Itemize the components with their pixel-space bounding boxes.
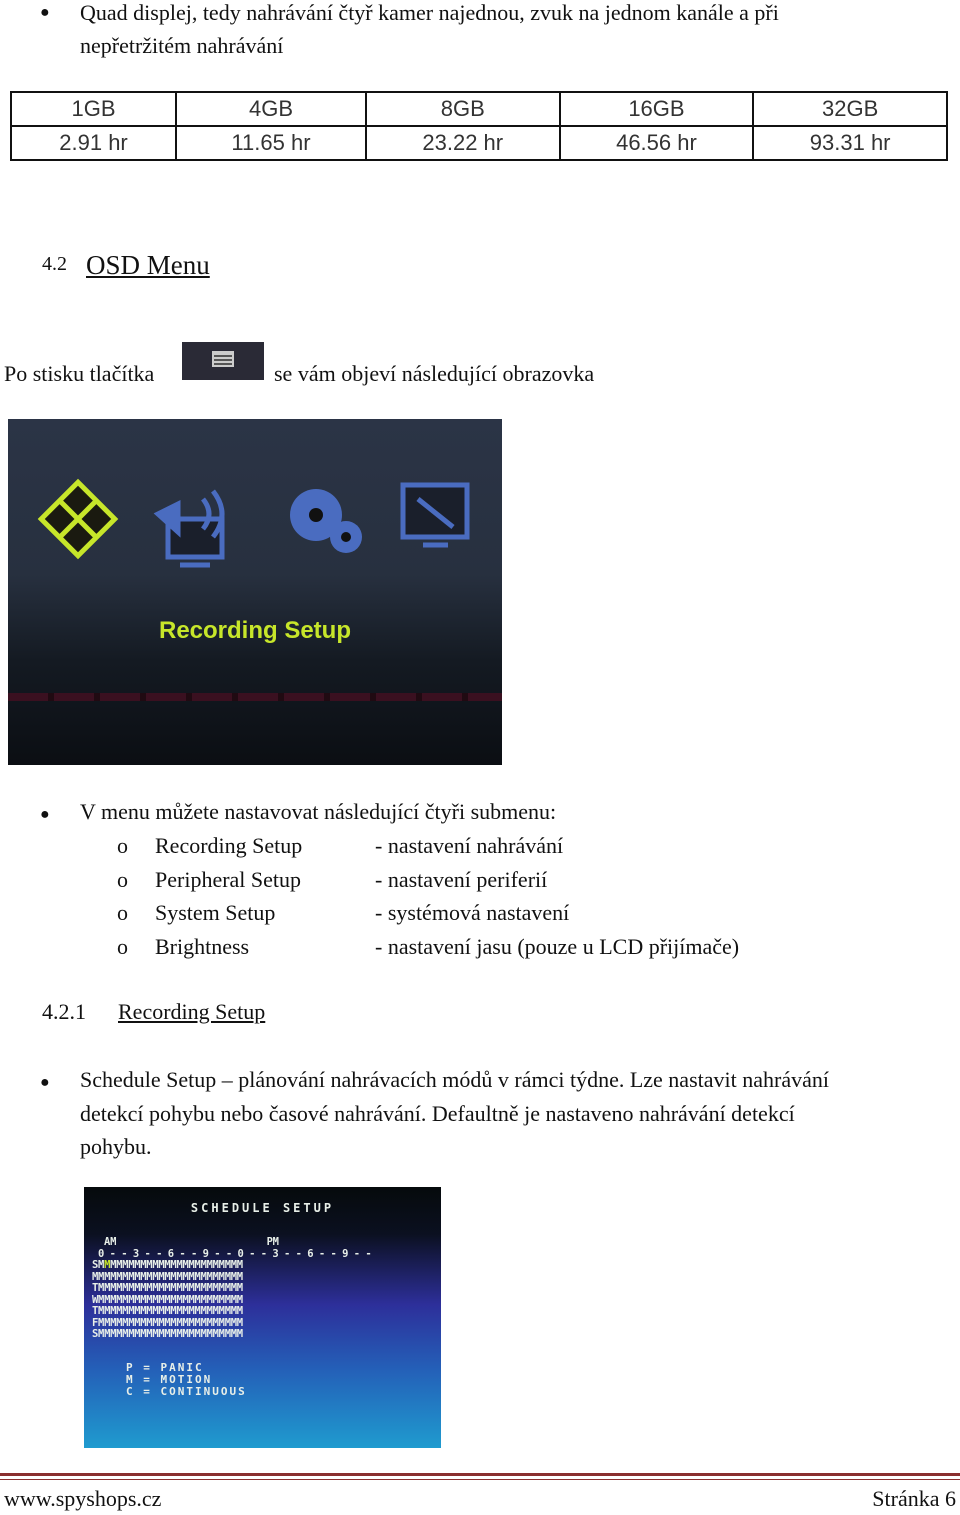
section-number: 4.2 bbox=[42, 253, 67, 275]
bullet: ● bbox=[40, 806, 50, 823]
film-icon bbox=[37, 478, 119, 560]
footer-site: www.spyshops.cz bbox=[4, 1486, 162, 1511]
table-cell: 32GB bbox=[752, 91, 948, 127]
schedule-cell[interactable]: M bbox=[237, 1259, 243, 1271]
submenu-desc: - nastavení jasu (pouze u LCD přijímače) bbox=[375, 933, 740, 959]
schedule-cell[interactable]: M bbox=[237, 1271, 243, 1283]
subsection-number: 4.2.1 bbox=[42, 999, 86, 1024]
submenu-desc: - nastavení nahrávání bbox=[375, 833, 564, 858]
footer-page-number: Stránka 6 bbox=[872, 1486, 956, 1511]
submenu-name: System Setup bbox=[155, 900, 276, 925]
menu-icon bbox=[212, 351, 234, 367]
schedule-legend: P = PANIC M = MOTION C = CONTINUOUS bbox=[126, 1362, 247, 1398]
hour-ruler: 0--3--6--9--0--3--6--9-- bbox=[98, 1247, 377, 1260]
table-cell: 23.22 hr bbox=[364, 125, 561, 161]
schedule-cell[interactable]: M bbox=[237, 1317, 243, 1329]
schedule-cell[interactable]: M bbox=[237, 1305, 243, 1317]
press-text-before: Po stisku tlačítka bbox=[4, 361, 155, 386]
speaker-monitor-icon bbox=[153, 489, 225, 568]
submenu-intro: V menu můžete nastavovat následující čty… bbox=[80, 799, 557, 824]
schedule-line-2: detekcí pohybu nebo časové nahrávání. De… bbox=[80, 1101, 795, 1126]
table-cell: 4GB bbox=[175, 91, 367, 127]
subsection-title: Recording Setup bbox=[118, 999, 266, 1024]
osd-menu-screenshot: Recording Setup bbox=[8, 419, 502, 765]
sub-bullet: o bbox=[117, 933, 128, 959]
capacity-table: 1GB 4GB 8GB 16GB 32GB 2.91 hr 11.65 hr 23.22 h… bbox=[9, 91, 948, 161]
legend-item: C = CONTINUOUS bbox=[126, 1385, 247, 1398]
sub-bullet: o bbox=[117, 900, 128, 925]
pm-label: PM bbox=[266, 1236, 279, 1248]
table-cell: 11.65 hr bbox=[175, 125, 367, 161]
table-cell: 46.56 hr bbox=[558, 125, 755, 161]
gears-icon bbox=[290, 489, 362, 553]
schedule-cell[interactable]: M bbox=[237, 1294, 243, 1306]
table-cell: 8GB bbox=[364, 91, 561, 127]
submenu-desc: - nastavení periferií bbox=[375, 866, 548, 892]
sub-bullet: o bbox=[117, 866, 128, 892]
schedule-row: SMMMMMMMMMMMMMMMMMMMMMMMM bbox=[92, 1328, 377, 1341]
schedule-title: SCHEDULE SETUP bbox=[190, 1201, 335, 1215]
submenu-name: Peripheral Setup bbox=[155, 866, 302, 892]
section-title: OSD Menu bbox=[86, 250, 210, 280]
table-cell: 2.91 hr bbox=[9, 125, 178, 161]
table-cell: 16GB bbox=[558, 91, 755, 127]
submenu-name: Brightness bbox=[155, 933, 250, 959]
schedule-line-3: pohybu. bbox=[80, 1134, 152, 1159]
schedule-line-1: Schedule Setup – plánování nahrávacích m… bbox=[80, 1067, 829, 1092]
table-row: 1GB 4GB 8GB 16GB 32GB bbox=[9, 91, 948, 127]
bullet: ● bbox=[40, 1074, 50, 1091]
press-text-after: se vám objeví následující obrazovka bbox=[274, 361, 595, 386]
document-page: ● Quad displej, tedy nahrávání čtyř kame… bbox=[0, 0, 960, 1515]
submenu-name: Recording Setup bbox=[155, 833, 303, 858]
submenu-desc: - systémová nastavení bbox=[375, 900, 570, 925]
menu-button-image bbox=[182, 342, 264, 380]
footer-divider bbox=[0, 1473, 960, 1480]
intro-line-2: nepřetržitém nahrávání bbox=[80, 33, 284, 58]
schedule-setup-screenshot: SCHEDULE SETUP AM PM 0--3--6--9--0--3--6… bbox=[84, 1187, 441, 1448]
osd-selected-label: Recording Setup bbox=[158, 617, 351, 644]
intro-line-1: Quad displej, tedy nahrávání čtyř kamer … bbox=[80, 0, 779, 25]
table-cell: 1GB bbox=[9, 91, 178, 127]
bullet: ● bbox=[40, 4, 50, 21]
wrench-monitor-icon bbox=[400, 482, 470, 548]
schedule-cell[interactable]: M bbox=[237, 1282, 243, 1294]
table-cell: 93.31 hr bbox=[752, 125, 948, 161]
schedule-cell[interactable]: M bbox=[237, 1328, 243, 1340]
table-row: 2.91 hr 11.65 hr 23.22 hr 46.56 hr 93.31 hr bbox=[9, 125, 948, 161]
schedule-grid: AM PM 0--3--6--9--0--3--6--9-- SMMMMMMMM… bbox=[92, 1236, 377, 1341]
sub-bullet: o bbox=[117, 833, 128, 858]
am-label: AM bbox=[104, 1236, 117, 1248]
osd-glitch-strip bbox=[8, 693, 502, 701]
